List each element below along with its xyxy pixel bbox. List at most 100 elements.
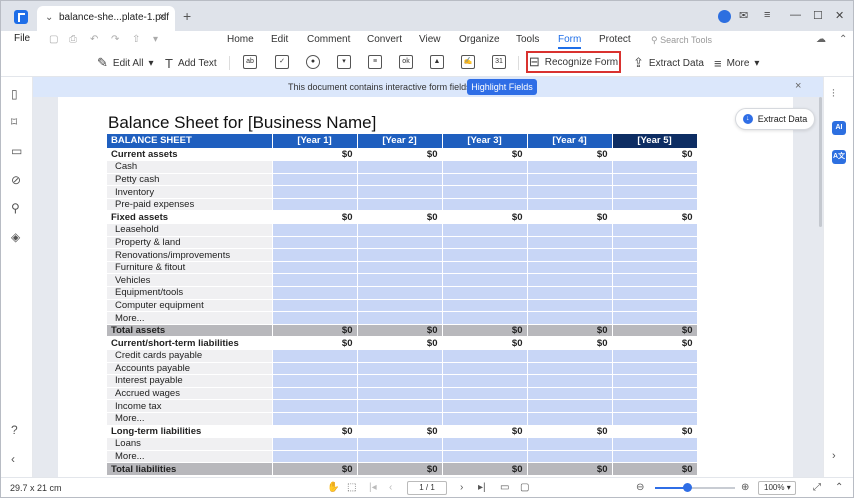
form-field-cell[interactable] (612, 198, 698, 212)
form-field-cell[interactable] (612, 399, 698, 413)
menu-form[interactable]: Form (558, 34, 582, 49)
form-field-cell[interactable] (527, 374, 613, 388)
collapse-right-icon[interactable]: › (832, 450, 836, 462)
layers-icon[interactable]: ◈ (11, 230, 20, 244)
form-field-cell[interactable] (527, 273, 613, 288)
zoom-slider[interactable] (655, 483, 735, 492)
hand-tool-icon[interactable]: ✋ (327, 482, 339, 493)
form-field-cell[interactable] (527, 185, 613, 199)
close-window-button[interactable]: ✕ (835, 9, 844, 22)
add-text-button[interactable]: T Add Text (165, 54, 217, 72)
comment-icon[interactable]: ▭ (11, 144, 22, 158)
quick-access-dropdown-icon[interactable]: ▾ (153, 34, 158, 45)
undo-icon[interactable]: ↶ (90, 34, 98, 45)
form-field-cell[interactable] (527, 286, 613, 300)
form-field-cell[interactable] (272, 185, 358, 199)
menu-comment[interactable]: Comment (307, 34, 350, 45)
search-icon[interactable]: ⚲ (11, 201, 20, 215)
form-field-cell[interactable] (612, 299, 698, 313)
form-field-cell[interactable] (357, 387, 443, 401)
menu-edit[interactable]: Edit (271, 34, 288, 45)
form-field-cell[interactable] (442, 399, 528, 413)
form-field-cell[interactable] (272, 299, 358, 313)
form-field-cell[interactable] (357, 261, 443, 275)
button-field-icon[interactable]: ok (399, 55, 413, 69)
form-field-cell[interactable] (442, 248, 528, 262)
form-field-cell[interactable] (357, 223, 443, 237)
form-field-cell[interactable] (612, 173, 698, 187)
form-field-cell[interactable] (357, 399, 443, 413)
form-field-cell[interactable] (272, 286, 358, 300)
form-field-cell[interactable] (612, 273, 698, 288)
form-field-cell[interactable] (357, 412, 443, 426)
form-field-cell[interactable] (442, 299, 528, 313)
collapse-left-icon[interactable]: ‹ (11, 452, 15, 466)
recognize-form-button[interactable]: ⊟ Recognize Form (526, 51, 621, 73)
document-viewer[interactable]: Balance Sheet for [Business Name] BALANC… (33, 77, 823, 477)
form-field-cell[interactable] (527, 223, 613, 237)
form-field-cell[interactable] (612, 437, 698, 451)
previous-page-icon[interactable]: ‹ (389, 482, 392, 493)
edit-all-button[interactable]: ✎ Edit All ▾ (97, 54, 154, 72)
properties-sliders-icon[interactable]: ⫶ (832, 88, 835, 101)
form-field-cell[interactable] (272, 362, 358, 376)
form-field-cell[interactable] (527, 173, 613, 187)
ai-assistant-icon[interactable]: AI (832, 121, 846, 135)
form-field-cell[interactable] (272, 236, 358, 250)
menu-home[interactable]: Home (227, 34, 254, 45)
form-field-cell[interactable] (527, 311, 613, 325)
form-field-cell[interactable] (357, 374, 443, 388)
text-field-icon[interactable]: ab (243, 55, 257, 69)
menu-protect[interactable]: Protect (599, 34, 631, 45)
extract-data-button[interactable]: ⇪ Extract Data (633, 54, 704, 72)
form-field-cell[interactable] (272, 261, 358, 275)
new-tab-button[interactable]: + (183, 8, 191, 24)
zoom-out-icon[interactable]: ⊖ (636, 482, 644, 493)
form-field-cell[interactable] (527, 299, 613, 313)
help-icon[interactable]: ? (11, 423, 18, 437)
select-tool-icon[interactable]: ⬚ (347, 482, 356, 493)
single-page-view-icon[interactable]: ▭ (500, 482, 509, 493)
scroll-up-icon[interactable]: ⌃ (835, 482, 843, 493)
menu-tools[interactable]: Tools (516, 34, 539, 45)
form-field-cell[interactable] (612, 387, 698, 401)
form-field-cell[interactable] (527, 236, 613, 250)
form-field-cell[interactable] (357, 362, 443, 376)
fit-page-icon[interactable]: ▢ (520, 482, 529, 493)
form-field-cell[interactable] (272, 450, 358, 464)
form-field-cell[interactable] (442, 173, 528, 187)
form-field-cell[interactable] (527, 261, 613, 275)
form-field-cell[interactable] (442, 412, 528, 426)
form-field-cell[interactable] (612, 185, 698, 199)
date-field-icon[interactable]: 31 (492, 55, 506, 69)
form-field-cell[interactable] (442, 185, 528, 199)
bookmark-icon[interactable]: ⌑ (11, 115, 17, 129)
form-field-cell[interactable] (357, 450, 443, 464)
attachment-icon[interactable]: ⊘ (11, 173, 21, 187)
form-field-cell[interactable] (357, 198, 443, 212)
translate-icon[interactable]: A文 (832, 150, 846, 164)
search-tools-input[interactable]: ⚲ Search Tools (651, 35, 712, 46)
redo-icon[interactable]: ↷ (111, 34, 119, 45)
form-field-cell[interactable] (612, 450, 698, 464)
highlight-fields-button[interactable]: Highlight Fields (467, 79, 537, 95)
chevron-down-icon[interactable]: ⌄ (45, 12, 53, 23)
first-page-icon[interactable]: |◂ (369, 482, 377, 493)
document-tab[interactable]: ⌄ balance-she...plate-1.pdf × (37, 6, 175, 31)
form-field-cell[interactable] (272, 273, 358, 288)
form-field-cell[interactable] (442, 273, 528, 288)
form-field-cell[interactable] (357, 185, 443, 199)
form-field-cell[interactable] (612, 160, 698, 174)
combo-box-icon[interactable]: ▾ (337, 55, 351, 69)
cloud-upload-icon[interactable]: ☁ (816, 34, 826, 45)
form-field-cell[interactable] (357, 286, 443, 300)
last-page-icon[interactable]: ▸| (478, 482, 486, 493)
menu-icon[interactable]: ≡ (764, 9, 770, 21)
radio-button-icon[interactable]: ● (306, 55, 320, 69)
form-field-cell[interactable] (272, 248, 358, 262)
form-field-cell[interactable] (442, 198, 528, 212)
form-field-cell[interactable] (442, 437, 528, 451)
form-field-cell[interactable] (272, 399, 358, 413)
vertical-scrollbar[interactable] (819, 97, 822, 227)
form-field-cell[interactable] (442, 223, 528, 237)
